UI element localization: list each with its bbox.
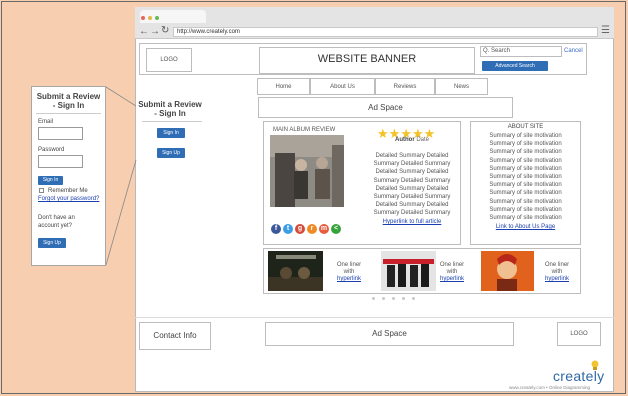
google-plus-icon[interactable]: g xyxy=(295,224,305,234)
pagination-dot[interactable] xyxy=(402,297,405,300)
popout-title: Submit a Review - Sign In xyxy=(31,92,106,110)
summary-line: Summary Detailed Summary xyxy=(373,194,451,201)
popout-divider xyxy=(36,113,101,114)
carousel-caption-1-line1: One liner xyxy=(336,262,362,268)
creately-logo: creately xyxy=(553,368,605,384)
popout-title-line2: - Sign In xyxy=(52,101,85,110)
pagination-dot[interactable] xyxy=(412,297,415,300)
connector-line-top xyxy=(105,86,137,107)
carousel-pagination xyxy=(372,297,415,300)
album-review-heading: MAIN ALBUM REVIEW xyxy=(273,127,336,133)
full-article-link[interactable]: Hyperlink to full article xyxy=(366,219,458,225)
carousel-image-1[interactable] xyxy=(268,251,323,291)
share-icon[interactable]: < xyxy=(331,224,341,234)
summary-line: Detailed Summary Detailed xyxy=(375,169,449,176)
carousel-link-2[interactable]: hyperlink xyxy=(432,276,472,283)
author-label: Author xyxy=(395,137,415,143)
carousel-link-1[interactable]: hyperlink xyxy=(329,276,369,283)
about-line: Summary of site motivation xyxy=(489,133,562,139)
creately-tagline: www.creately.com • Online Diagramming xyxy=(509,385,591,390)
carousel-link-3[interactable]: hyperlink xyxy=(537,276,577,283)
star-icon: ★ xyxy=(377,126,389,141)
carousel-image-3[interactable] xyxy=(481,251,534,291)
remember-me-checkbox[interactable] xyxy=(39,188,44,193)
no-account-text: Don't have an account yet? xyxy=(38,214,75,230)
album-cover-image xyxy=(270,135,344,207)
carousel-caption-2: One liner with hyperlink xyxy=(432,262,472,283)
pagination-dot[interactable] xyxy=(392,297,395,300)
remember-me-label: Remember Me xyxy=(48,188,88,194)
carousel-caption-3-line2: with xyxy=(551,269,563,275)
author-date: Author Date xyxy=(395,137,429,143)
no-account-line2: account yet? xyxy=(38,223,73,229)
carousel-caption-3-line1: One liner xyxy=(544,262,570,268)
pagination-dot[interactable] xyxy=(372,297,375,300)
ad-space-bottom-label: Ad Space xyxy=(372,329,407,338)
about-line: Summary of site motivation xyxy=(489,190,562,197)
about-line: Summary of site motivation xyxy=(489,149,562,156)
about-line: Summary of site motivation xyxy=(489,206,562,213)
album-cover-art xyxy=(270,135,344,207)
about-line: Summary of site motivation xyxy=(489,165,562,172)
about-us-link[interactable]: Link to About Us Page xyxy=(470,224,581,230)
about-site-lines: Summary of site motivation Summary of si… xyxy=(470,132,581,222)
about-line: Summary of site motivation xyxy=(489,174,562,181)
connector-line-bottom xyxy=(105,159,137,266)
carousel-caption-3: One liner with hyperlink xyxy=(537,262,577,283)
about-line: Summary of site motivation xyxy=(489,198,562,205)
footer-divider xyxy=(135,317,614,318)
password-field[interactable] xyxy=(38,155,83,168)
about-line: Summary of site motivation xyxy=(489,157,562,164)
carousel-caption-1: One liner with hyperlink xyxy=(329,262,369,283)
footer-logo-text: LOGO xyxy=(570,331,588,337)
forgot-password-link[interactable]: Forgot your password? xyxy=(38,196,99,202)
rss-icon[interactable]: r xyxy=(307,224,317,234)
carousel-image-1-art xyxy=(268,251,323,291)
about-line: Summary of site motivation xyxy=(489,141,562,148)
popout-title-line1: Submit a Review xyxy=(36,92,101,101)
album-summary: Detailed Summary Detailed Summary Detail… xyxy=(366,152,458,218)
popout-sign-in-button[interactable]: Sign In xyxy=(38,176,63,185)
popout-sign-up-button[interactable]: Sign Up xyxy=(38,238,66,248)
social-icons: f t g r m < xyxy=(271,224,341,234)
carousel-image-2[interactable] xyxy=(381,251,436,291)
carousel-image-3-art xyxy=(481,251,534,291)
about-site-heading: ABOUT SITE xyxy=(507,124,544,130)
email-label: Email xyxy=(38,119,54,125)
about-line: Summary of site motivation xyxy=(489,215,562,222)
twitter-icon[interactable]: t xyxy=(283,224,293,234)
carousel-caption-2-line1: One liner xyxy=(439,262,465,268)
summary-line: Detailed Summary Detailed xyxy=(375,153,449,159)
summary-line: Detailed Summary Detailed xyxy=(375,185,449,192)
pagination-dot[interactable] xyxy=(382,297,385,300)
summary-line: Summary Detailed Summary xyxy=(373,161,451,168)
no-account-line1: Don't have an xyxy=(38,215,75,221)
contact-info-label: Contact Info xyxy=(153,331,197,340)
about-line: Summary of site motivation xyxy=(489,182,562,189)
summary-line: Summary Detailed Summary xyxy=(373,210,451,217)
summary-line: Detailed Summary Detailed xyxy=(375,202,449,209)
date-label: Date xyxy=(416,137,430,143)
password-label: Password xyxy=(38,147,65,153)
facebook-icon[interactable]: f xyxy=(271,224,281,234)
carousel-caption-2-line2: with xyxy=(446,269,458,275)
carousel-caption-1-line2: with xyxy=(343,269,355,275)
summary-line: Summary Detailed Summary xyxy=(373,177,451,184)
carousel-image-2-art xyxy=(381,251,436,291)
email-icon[interactable]: m xyxy=(319,224,329,234)
email-field[interactable] xyxy=(38,127,83,140)
